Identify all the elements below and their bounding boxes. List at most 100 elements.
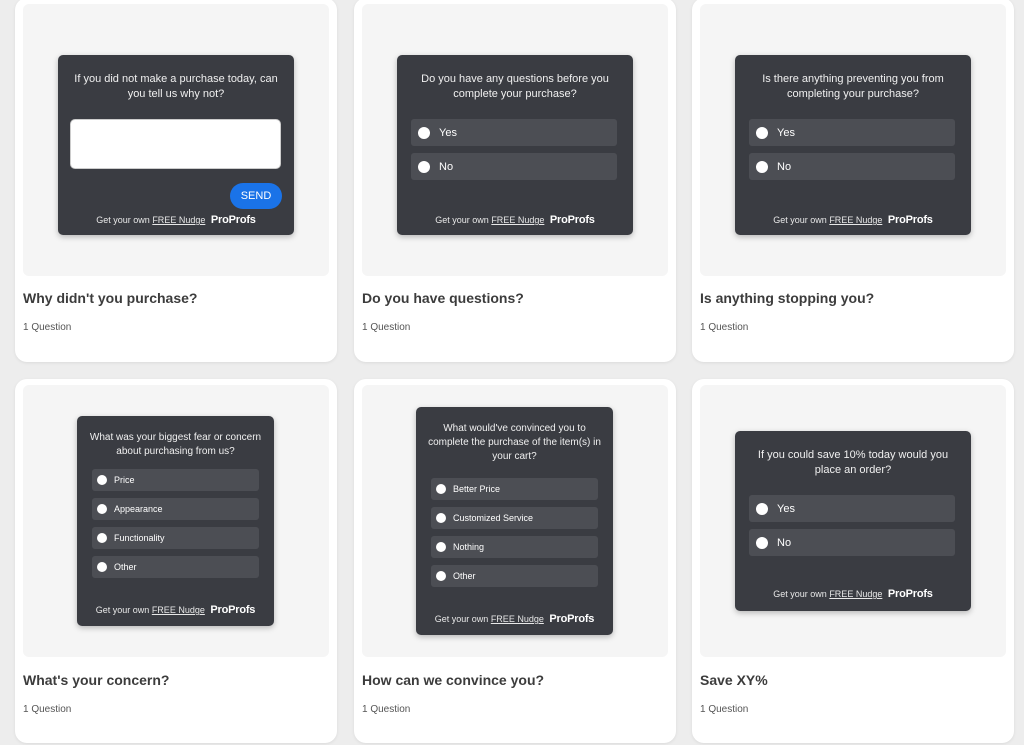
nudge-footer: Get your own FREE Nudge ProProfs [58,214,294,226]
option-other[interactable]: Other [431,565,598,587]
option-yes[interactable]: Yes [411,119,617,146]
question-text: Is there anything preventing you from co… [762,73,944,101]
template-card-how-can-we-convince-you[interactable]: What would've convinced you to complete … [354,379,676,743]
card-title: Why didn't you purchase? [23,290,198,306]
radio-icon [756,502,768,515]
nudge-widget: If you did not make a purchase today, ca… [58,55,294,235]
question-text: Do you have any questions before you com… [421,73,609,101]
radio-icon [97,475,107,485]
footer-prefix: Get your own [435,215,489,225]
option-yes[interactable]: Yes [749,119,955,146]
template-preview: If you did not make a purchase today, ca… [23,4,329,276]
free-nudge-link[interactable]: FREE Nudge [491,614,544,624]
nudge-footer: Get your own FREE Nudge ProProfs [77,604,274,616]
option-label: No [777,536,792,549]
template-preview: What was your biggest fear or concern ab… [23,385,329,657]
option-other[interactable]: Other [92,556,259,578]
option-label: Other [453,571,476,581]
radio-icon [418,126,430,139]
nudge-widget: What would've convinced you to complete … [416,407,613,635]
option-no[interactable]: No [749,153,955,180]
footer-prefix: Get your own [96,215,150,225]
option-label: No [777,160,792,173]
radio-icon [436,484,446,494]
question-count: 1 Question [23,322,72,333]
footer-prefix: Get your own [95,605,150,615]
question-text: What was your biggest fear or concern ab… [89,432,262,457]
option-label: No [439,160,454,173]
nudge-widget: If you could save 10% today would you pl… [735,431,971,611]
option-label: Yes [777,502,795,515]
radio-icon [97,504,107,514]
option-yes[interactable]: Yes [749,495,955,522]
radio-icon [756,160,768,173]
question-text: If you could save 10% today would you pl… [757,449,949,477]
option-label: Customized Service [453,513,534,523]
question-count: 1 Question [700,704,749,715]
footer-prefix: Get your own [773,215,827,225]
template-preview: If you could save 10% today would you pl… [700,385,1006,657]
proprofs-logo: ProProfs [210,214,256,226]
option-label: Price [114,475,135,485]
option-functionality[interactable]: Functionality [92,527,259,549]
radio-icon [436,513,446,523]
template-preview: Is there anything preventing you from co… [700,4,1006,276]
nudge-footer: Get your own FREE Nudge ProProfs [735,214,971,226]
proprofs-logo: ProProfs [887,588,933,600]
template-card-why-didnt-purchase[interactable]: If you did not make a purchase today, ca… [15,0,337,362]
proprofs-logo: ProProfs [549,613,595,625]
card-title: Save XY% [700,672,768,688]
nudge-footer: Get your own FREE Nudge ProProfs [735,588,971,600]
free-nudge-link[interactable]: FREE Nudge [829,589,882,599]
free-nudge-link[interactable]: FREE Nudge [829,215,882,225]
proprofs-logo: ProProfs [549,214,595,226]
radio-icon [418,160,430,173]
footer-prefix: Get your own [434,614,489,624]
option-no[interactable]: No [749,529,955,556]
option-label: Yes [439,126,457,139]
template-card-whats-your-concern[interactable]: What was your biggest fear or concern ab… [15,379,337,743]
radio-icon [756,536,768,549]
template-card-save-xy[interactable]: If you could save 10% today would you pl… [692,379,1014,743]
card-title: Is anything stopping you? [700,290,875,306]
proprofs-logo: ProProfs [887,214,933,226]
question-count: 1 Question [23,704,72,715]
question-count: 1 Question [362,322,411,333]
radio-icon [97,533,107,543]
radio-icon [756,126,768,139]
option-appearance[interactable]: Appearance [92,498,259,520]
radio-icon [97,562,107,572]
free-nudge-link[interactable]: FREE Nudge [152,215,205,225]
option-customized-service[interactable]: Customized Service [431,507,598,529]
option-label: Nothing [453,542,485,552]
option-label: Better Price [453,484,501,494]
free-nudge-link[interactable]: FREE Nudge [491,215,544,225]
free-nudge-link[interactable]: FREE Nudge [152,605,205,615]
question-text: What would've convinced you to complete … [428,423,601,462]
question-count: 1 Question [362,704,411,715]
option-no[interactable]: No [411,153,617,180]
card-title: How can we convince you? [362,672,545,688]
nudge-widget: What was your biggest fear or concern ab… [77,416,274,626]
template-preview: Do you have any questions before you com… [362,4,668,276]
nudge-widget: Is there anything preventing you from co… [735,55,971,235]
option-nothing[interactable]: Nothing [431,536,598,558]
template-card-do-you-have-questions[interactable]: Do you have any questions before you com… [354,0,676,362]
card-title: Do you have questions? [362,290,524,306]
footer-prefix: Get your own [773,589,827,599]
card-title: What's your concern? [23,672,170,688]
send-button[interactable]: SEND [230,183,282,209]
template-preview: What would've convinced you to complete … [362,385,668,657]
answer-textarea[interactable] [70,119,281,169]
option-price[interactable]: Price [92,469,259,491]
option-label: Appearance [114,504,163,514]
proprofs-logo: ProProfs [210,604,256,616]
nudge-widget: Do you have any questions before you com… [397,55,633,235]
option-label: Other [114,562,137,572]
template-card-is-anything-stopping-you[interactable]: Is there anything preventing you from co… [692,0,1014,362]
option-label: Functionality [114,533,165,543]
nudge-footer: Get your own FREE Nudge ProProfs [416,613,613,625]
option-better-price[interactable]: Better Price [431,478,598,500]
nudge-footer: Get your own FREE Nudge ProProfs [397,214,633,226]
radio-icon [436,542,446,552]
